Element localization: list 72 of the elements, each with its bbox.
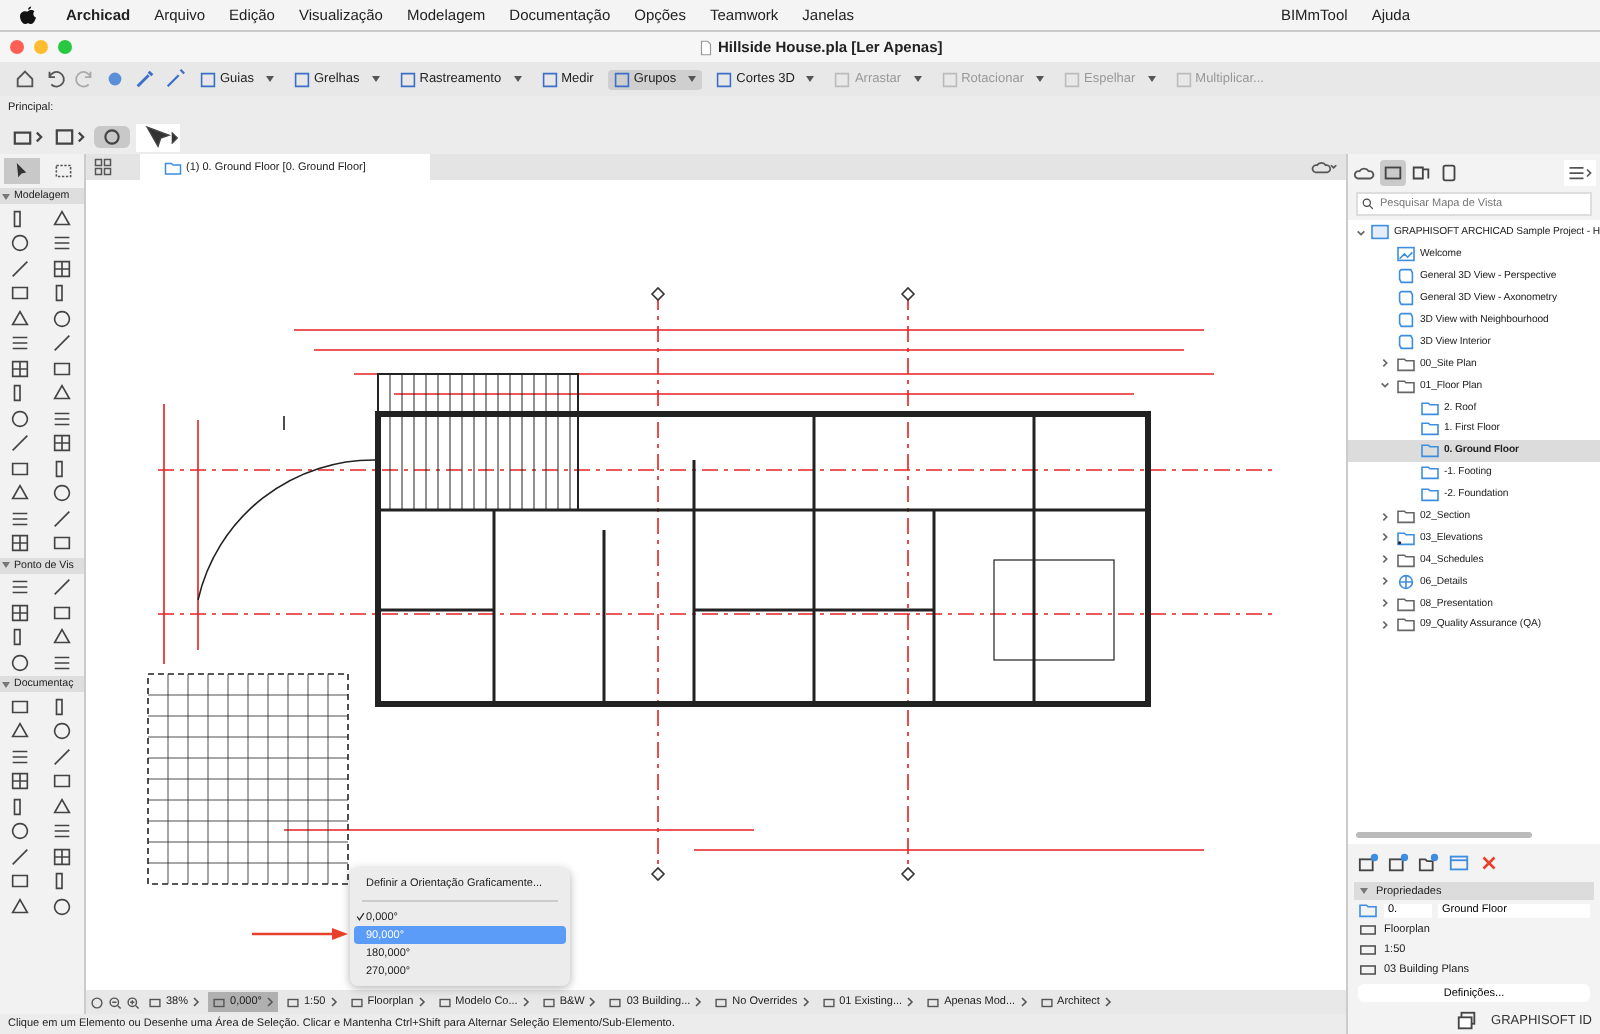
caret-icon: [913, 76, 922, 82]
arrow-pointer-icon[interactable]: [4, 158, 39, 184]
folder-icon: [164, 159, 182, 175]
chevron-down-icon: [1356, 227, 1366, 238]
chevron-right-icon: [1103, 996, 1112, 1008]
chevron-right-icon: [265, 996, 274, 1008]
search-icon: [1362, 198, 1374, 210]
caret-icon: [371, 76, 380, 82]
option-glyph-icon: [212, 995, 227, 1009]
folder-icon: [1396, 508, 1416, 525]
panel-menu-icon[interactable]: [1564, 160, 1596, 186]
option-glyph-icon: [926, 995, 941, 1009]
syringe-icon[interactable]: [164, 68, 186, 90]
caret-icon: [806, 76, 815, 82]
grid-view-icon[interactable]: [94, 158, 112, 176]
chevron-right-icon: [192, 996, 201, 1008]
caret-icon: [265, 76, 274, 82]
tool-glyph-icon: [1175, 71, 1192, 87]
chevron-right-icon: [417, 996, 426, 1008]
option-glyph-icon: [285, 995, 300, 1009]
windows-icon[interactable]: [1453, 1007, 1480, 1033]
tool-glyph-icon: [716, 71, 733, 87]
tool-glyph-icon: [399, 71, 416, 87]
caret-icon: [688, 76, 697, 82]
chevron-right-icon: [521, 996, 530, 1008]
chevron-right-icon: [329, 996, 338, 1008]
chevron-down-icon: [1380, 380, 1390, 391]
new-view-icon[interactable]: [1356, 850, 1382, 876]
option-glyph-icon: [1039, 995, 1054, 1009]
option-glyph-icon: [437, 995, 452, 1009]
apple-logo-icon[interactable]: [20, 5, 36, 25]
chevron-right-icon: [694, 996, 703, 1008]
tool-glyph-icon: [834, 71, 851, 87]
story-icon: [1358, 902, 1378, 918]
folder-icon: [1396, 551, 1416, 568]
option-glyph-icon: [821, 995, 836, 1009]
tool-glyph-icon: [941, 71, 958, 87]
tool-glyph-icon: [613, 71, 630, 87]
tool-glyph-icon: [541, 71, 558, 87]
option-glyph-icon: [148, 995, 162, 1009]
home-icon[interactable]: [14, 68, 36, 90]
checkmark-icon: [356, 912, 365, 922]
new-folder-icon[interactable]: [1416, 850, 1442, 876]
zoom-out-icon[interactable]: [108, 995, 122, 1009]
project-icon: [1370, 224, 1390, 241]
eyedropper-icon[interactable]: [134, 68, 156, 90]
option-glyph-icon: [714, 995, 729, 1009]
undo-icon[interactable]: [44, 68, 66, 90]
option-glyph-icon: [608, 995, 623, 1009]
chevron-right-icon: [906, 996, 915, 1008]
tool-glyph-icon: [200, 71, 216, 87]
chevron-right-icon: [588, 996, 597, 1008]
elevation-icon: [1396, 529, 1416, 546]
option-glyph-icon: [349, 995, 364, 1009]
globe-icon: [1396, 573, 1416, 590]
close-window-button[interactable]: [10, 40, 24, 54]
document-icon: [700, 39, 712, 55]
picture-icon: [1396, 246, 1416, 263]
chevron-right-icon: [1380, 358, 1390, 369]
zoom-in-icon[interactable]: [126, 995, 140, 1009]
caret-icon: [1036, 76, 1044, 82]
annotation-arrow: [252, 928, 348, 940]
tool-glyph-icon: [1064, 71, 1080, 87]
caret-icon: [1147, 76, 1156, 82]
arrow-pointer-icon[interactable]: [136, 123, 180, 151]
cloud-icon[interactable]: [1310, 158, 1338, 176]
option-glyph-icon: [541, 995, 556, 1009]
scrollbar-thumb[interactable]: [1356, 832, 1532, 838]
chevron-right-icon: [1019, 996, 1028, 1008]
tool-glyph-icon: [293, 71, 310, 87]
caret-icon: [513, 76, 522, 82]
chevron-right-icon: [801, 996, 810, 1008]
